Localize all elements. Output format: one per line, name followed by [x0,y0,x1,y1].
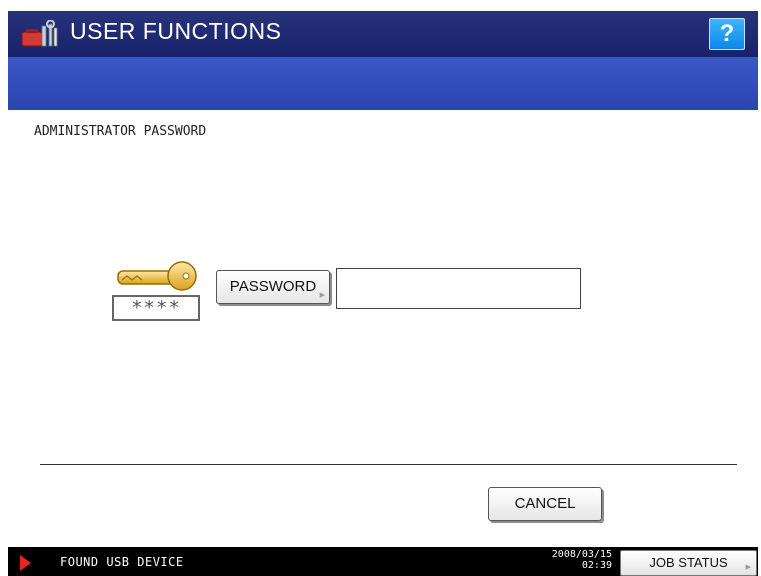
password-button[interactable]: PASSWORD ▶ [216,270,330,304]
header [0,0,761,110]
date-display: 2008/03/15 [551,549,612,560]
divider [40,464,737,465]
arrow-right-icon: ▶ [745,564,751,571]
page-title: USER FUNCTIONS [70,18,282,44]
cancel-button[interactable]: CANCEL [488,487,602,521]
password-button-label: PASSWORD [229,278,317,295]
job-status-label: JOB STATUS [649,555,728,570]
arrow-right-icon: ▶ [319,292,325,299]
section-heading: ADMINISTRATOR PASSWORD [34,124,207,139]
alert-arrow-icon [20,555,31,571]
help-button[interactable]: ? [709,18,745,50]
tools-icon [21,20,58,47]
time-display: 02:39 [581,560,612,571]
status-message: FOUND USB DEVICE [60,555,184,569]
job-status-button[interactable]: JOB STATUS ▶ [620,550,757,576]
password-input[interactable] [336,268,581,309]
masked-password-hint: **** [112,295,200,321]
title-band [8,57,758,110]
